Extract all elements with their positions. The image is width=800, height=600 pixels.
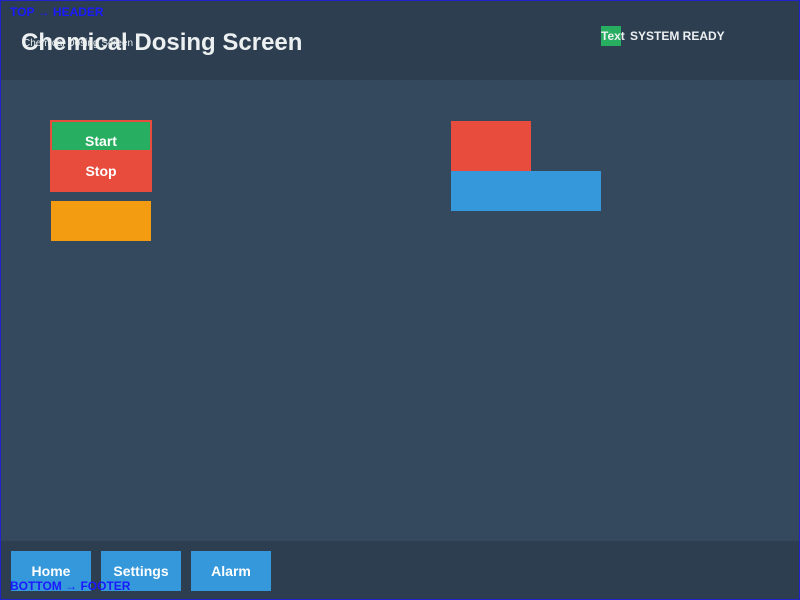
alarm-button[interactable]: Alarm [191,551,271,591]
page-title-overlay: Chemical Dosing Screen [23,38,134,49]
blue-indicator-block [451,171,601,211]
orange-button[interactable] [51,201,151,241]
start-button[interactable]: Start [52,122,150,150]
stop-button[interactable]: Stop [50,151,152,192]
status-indicator-text: Text [601,29,625,43]
system-status-label: SYSTEM READY [630,29,725,43]
red-indicator-block [451,121,531,171]
top-header-annotation: TOP → HEADER [10,5,104,19]
hmi-screen: TOP → HEADER Chemical Dosing Screen Chem… [0,0,800,600]
bottom-footer-annotation: BOTTOM → FOOTER [10,579,131,593]
